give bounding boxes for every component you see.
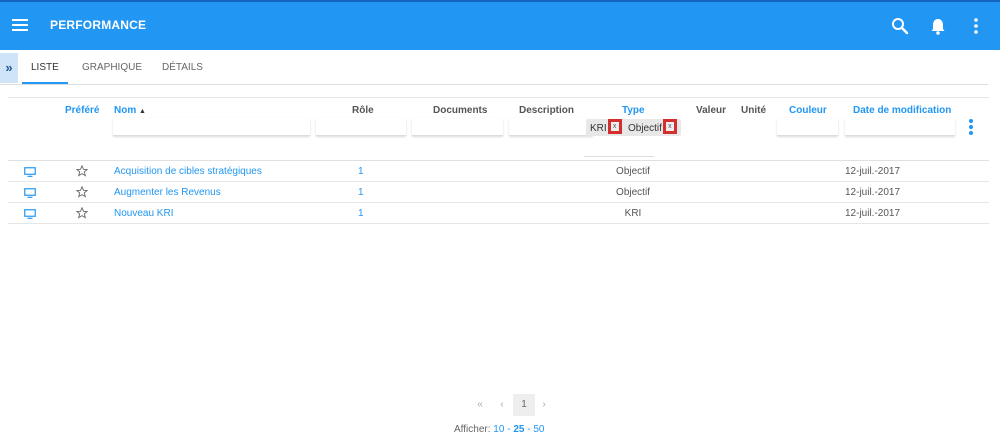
sort-asc-icon: ▲	[139, 108, 146, 115]
column-header-description: Description	[519, 105, 575, 116]
column-options-icon[interactable]	[968, 118, 974, 136]
bell-icon[interactable]	[928, 16, 948, 36]
column-header-modified[interactable]: Date de modification	[853, 105, 951, 116]
page-size-selector: Afficher: 10 - 25 - 50	[454, 424, 544, 435]
page-size-10[interactable]: 10	[493, 424, 504, 435]
tab-liste[interactable]: LISTE	[22, 53, 68, 84]
name-filter-input[interactable]	[113, 118, 310, 136]
row-modified-date: 12-juil.-2017	[845, 187, 901, 198]
menu-icon[interactable]	[12, 19, 28, 33]
star-icon[interactable]	[76, 186, 88, 198]
row-name-link[interactable]: Augmenter les Revenus	[114, 187, 221, 198]
page-title: PERFORMANCE	[50, 18, 147, 32]
column-header-name[interactable]: Nom ▲	[114, 105, 146, 116]
type-filter-underline	[584, 156, 654, 157]
type-filter-chip-objectif: Objectif x	[624, 119, 681, 136]
search-icon[interactable]	[890, 16, 910, 36]
role-filter-input[interactable]	[316, 118, 406, 136]
monitor-icon[interactable]	[24, 209, 36, 219]
chip-remove-icon[interactable]: x	[662, 119, 677, 134]
column-header-role: Rôle	[352, 105, 374, 116]
view-tabs: » LISTE GRAPHIQUE DÉTAILS	[0, 53, 988, 85]
sidebar-toggle-icon[interactable]: »	[0, 53, 18, 83]
chip-label: KRI	[590, 123, 607, 135]
column-header-documents: Documents	[433, 105, 488, 116]
column-header-unit: Unité	[741, 105, 766, 116]
column-header-value: Valeur	[696, 105, 727, 116]
row-modified-date: 12-juil.-2017	[845, 208, 901, 219]
star-icon[interactable]	[76, 207, 88, 219]
documents-filter-input[interactable]	[412, 118, 503, 136]
row-modified-date: 12-juil.-2017	[845, 166, 901, 177]
chip-remove-icon[interactable]: x	[607, 119, 622, 134]
column-header-favorite[interactable]: Préféré	[65, 105, 99, 116]
description-filter-input[interactable]	[509, 118, 593, 136]
row-role-link[interactable]: 1	[358, 208, 364, 219]
row-name-link[interactable]: Nouveau KRI	[114, 208, 173, 219]
page-size-25[interactable]: 25	[513, 424, 524, 435]
row-name-link[interactable]: Acquisition de cibles stratégiques	[114, 166, 262, 177]
first-page-icon[interactable]: «	[473, 394, 487, 416]
table-row[interactable]: Nouveau KRI 1 KRI 12-juil.-2017	[8, 203, 989, 224]
star-icon[interactable]	[76, 165, 88, 177]
table-row[interactable]: Acquisition de cibles stratégiques 1 Obj…	[8, 161, 989, 182]
page-size-label: Afficher:	[454, 424, 491, 435]
row-type: Objectif	[616, 187, 650, 198]
monitor-icon[interactable]	[24, 167, 36, 177]
row-role-link[interactable]: 1	[358, 166, 364, 177]
page-size-separator: -	[527, 424, 531, 435]
column-header-color[interactable]: Couleur	[789, 105, 827, 116]
more-vert-icon[interactable]	[966, 16, 986, 36]
row-role-link[interactable]: 1	[358, 187, 364, 198]
current-page[interactable]: 1	[513, 394, 535, 416]
type-filter-chip-kri: KRI x	[586, 119, 626, 136]
row-type: Objectif	[616, 166, 650, 177]
performance-table: Préféré Nom ▲ Rôle Documents Description…	[8, 97, 989, 224]
column-header-name-label: Nom	[114, 105, 137, 116]
page-size-50[interactable]: 50	[533, 424, 544, 435]
color-filter-input[interactable]	[777, 118, 838, 136]
app-header: PERFORMANCE	[0, 0, 1000, 50]
table-row[interactable]: Augmenter les Revenus 1 Objectif 12-juil…	[8, 182, 989, 203]
page-size-separator: -	[507, 424, 511, 435]
table-header: Préféré Nom ▲ Rôle Documents Description…	[8, 97, 989, 161]
chip-label: Objectif	[628, 123, 662, 135]
monitor-icon[interactable]	[24, 188, 36, 198]
row-type: KRI	[624, 208, 642, 219]
tab-graphique[interactable]: GRAPHIQUE	[82, 53, 142, 84]
column-header-type[interactable]: Type	[622, 105, 645, 116]
tab-details[interactable]: DÉTAILS	[162, 53, 203, 84]
next-page-icon[interactable]: ›	[537, 394, 551, 416]
prev-page-icon[interactable]: ‹	[495, 394, 509, 416]
modified-filter-input[interactable]	[845, 118, 955, 136]
